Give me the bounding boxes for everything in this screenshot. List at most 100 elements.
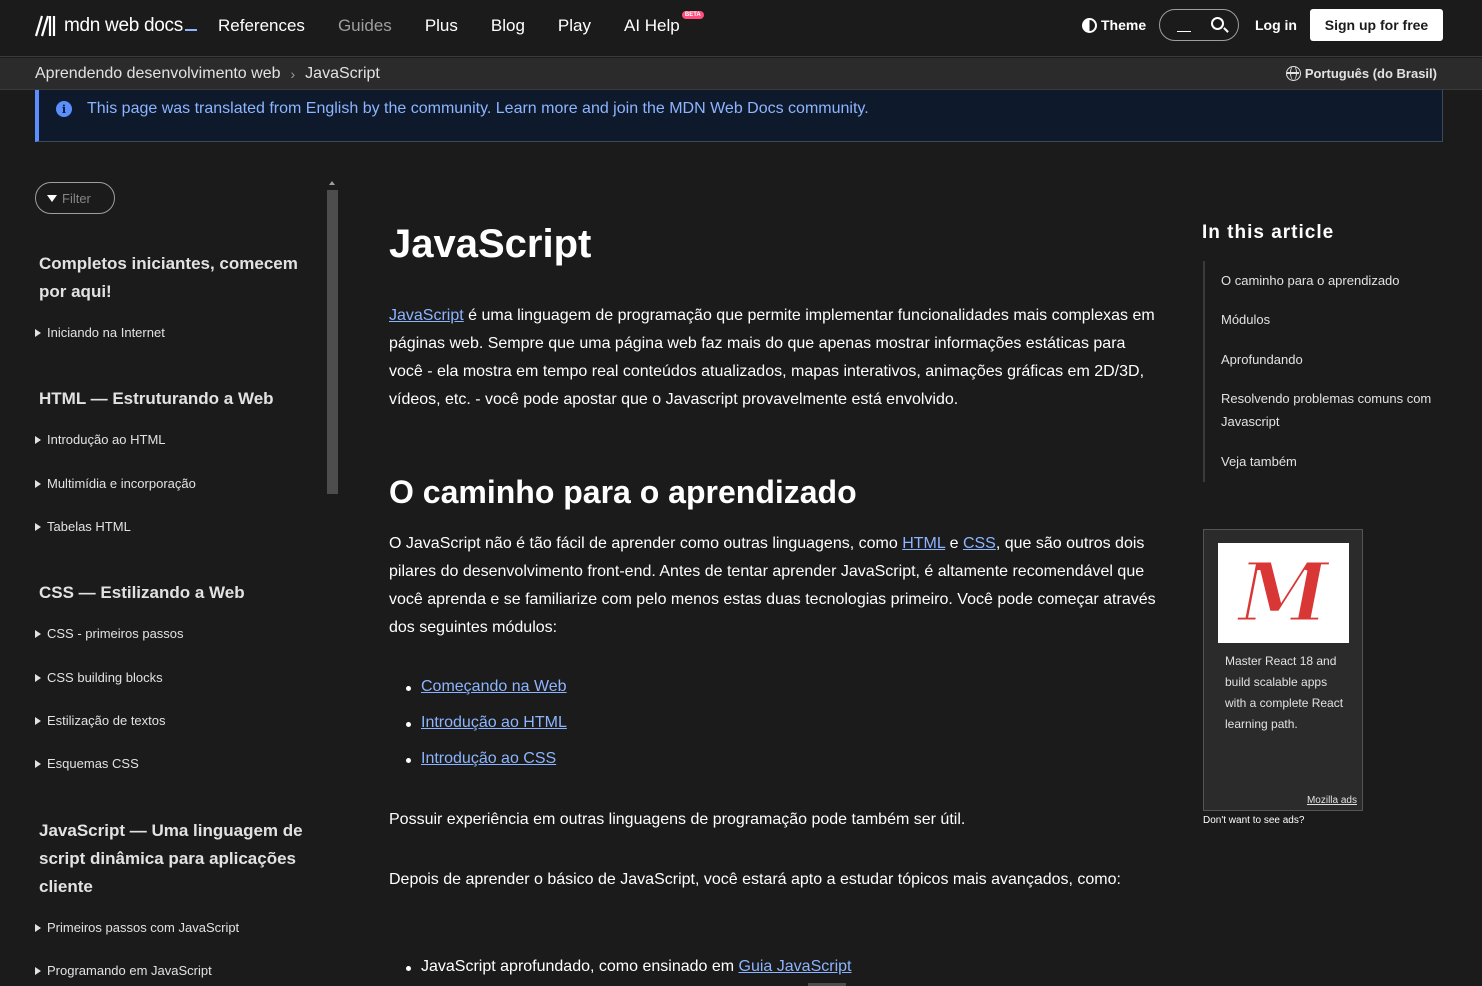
intro-text: é uma linguagem de programação que permi…	[389, 307, 1155, 408]
theme-button[interactable]: Theme	[1082, 17, 1146, 33]
list-item: Introdução ao HTML	[406, 714, 567, 732]
sidebar-item-intro-html[interactable]: Introdução ao HTML	[35, 432, 166, 447]
bullet-icon	[406, 686, 411, 691]
notice-link[interactable]: This page was translated from English by…	[87, 100, 869, 118]
sidebar-filter-input[interactable]: Filter	[35, 182, 115, 214]
module-link-getting-started[interactable]: Começando na Web	[421, 678, 567, 695]
toc-item-common-problems[interactable]: Resolvendo problemas comuns com Javascri…	[1221, 387, 1436, 433]
expand-triangle-icon	[35, 716, 41, 725]
nav-blog[interactable]: Blog	[491, 16, 525, 36]
expand-triangle-icon	[35, 966, 41, 975]
sidebar-item-label: CSS - primeiros passos	[47, 626, 184, 641]
info-icon: i	[56, 101, 72, 117]
sidebar-item-label: Tabelas HTML	[47, 519, 131, 534]
theme-label: Theme	[1101, 17, 1147, 33]
bullet-icon	[406, 966, 411, 971]
login-link[interactable]: Log in	[1255, 17, 1297, 33]
sidebar-scrollbar[interactable]	[327, 190, 338, 494]
list-item: Começando na Web	[406, 678, 567, 696]
list-item: Introdução ao CSS	[406, 750, 556, 768]
paragraph-text: e	[945, 535, 963, 552]
breadcrumb-item-javascript[interactable]: JavaScript	[305, 65, 380, 83]
search-caret	[1177, 31, 1191, 32]
sidebar-item-text-styling[interactable]: Estilização de textos	[35, 713, 166, 728]
toc-title: In this article	[1202, 222, 1335, 243]
sidebar-item-js-first-steps[interactable]: Primeiros passos com JavaScript	[35, 920, 239, 935]
nav-play[interactable]: Play	[558, 16, 591, 36]
expand-triangle-icon	[35, 759, 41, 768]
beta-badge: BETA	[681, 11, 704, 19]
breadcrumb-bar: Aprendendo desenvolvimento web › JavaScr…	[0, 58, 1482, 90]
nav-ai-help-label: AI Help	[624, 16, 680, 35]
logo-text: mdn web docs	[64, 15, 197, 37]
expand-triangle-icon	[35, 435, 41, 444]
sidebar-item-css-first-steps[interactable]: CSS - primeiros passos	[35, 626, 184, 641]
mozilla-ads-link[interactable]: Mozilla ads	[1307, 795, 1357, 806]
sidebar-item-label: Multimídia e incorporação	[47, 476, 196, 491]
toc-item-see-also[interactable]: Veja também	[1221, 450, 1436, 473]
mdn-logo[interactable]: mdn web docs	[34, 14, 197, 38]
sidebar-item-label: Iniciando na Internet	[47, 325, 165, 340]
filter-icon	[47, 194, 57, 202]
nav-guides[interactable]: Guides	[338, 16, 392, 36]
nav-references[interactable]: References	[218, 16, 305, 36]
nav-ai-help[interactable]: AI Help BETA	[624, 11, 704, 36]
expand-triangle-icon	[35, 923, 41, 932]
translation-notice: i This page was translated from English …	[35, 90, 1443, 142]
chevron-right-icon: ›	[290, 66, 296, 82]
sidebar-item-multimedia[interactable]: Multimídia e incorporação	[35, 476, 196, 491]
language-label: Português (do Brasil)	[1304, 66, 1437, 81]
table-of-contents: O caminho para o aprendizado Módulos Apr…	[1203, 261, 1443, 482]
toc-item-modules[interactable]: Módulos	[1221, 308, 1436, 331]
ad-image[interactable]: M	[1218, 543, 1349, 643]
sidebar-item-label: Programando em JavaScript	[47, 963, 212, 978]
learning-path-paragraph: O JavaScript não é tão fácil de aprender…	[389, 530, 1159, 642]
sidebar-item-internet[interactable]: Iniciando na Internet	[35, 325, 165, 340]
language-switcher[interactable]: Português (do Brasil)	[1285, 66, 1437, 81]
globe-icon	[1285, 66, 1301, 81]
ad-text[interactable]: Master React 18 and build scalable apps …	[1225, 651, 1345, 735]
ad-logo-icon: M	[1237, 545, 1331, 641]
javascript-link[interactable]: JavaScript	[389, 307, 464, 324]
expand-triangle-icon	[35, 328, 41, 337]
sidebar-heading-html: HTML — Estruturando a Web	[39, 389, 274, 408]
css-link[interactable]: CSS	[963, 535, 996, 552]
list-item-text: JavaScript aprofundado, como ensinado em	[421, 958, 739, 975]
sidebar-item-label: Introdução ao HTML	[47, 432, 166, 447]
sidebar-item-tables[interactable]: Tabelas HTML	[35, 519, 131, 534]
sponsored-ad[interactable]: M Master React 18 and build scalable app…	[1203, 529, 1363, 811]
breadcrumb-item-learn[interactable]: Aprendendo desenvolvimento web	[35, 65, 281, 83]
mdn-logo-icon	[34, 15, 56, 37]
bullet-icon	[406, 722, 411, 727]
bullet-icon	[406, 758, 411, 763]
sidebar-item-label: CSS building blocks	[47, 670, 163, 685]
nav-plus[interactable]: Plus	[425, 16, 458, 36]
expand-triangle-icon	[35, 673, 41, 682]
module-link-intro-html[interactable]: Introdução ao HTML	[421, 714, 567, 731]
javascript-guide-link[interactable]: Guia JavaScript	[739, 958, 852, 975]
toc-item-deep-dive[interactable]: Aprofundando	[1221, 348, 1436, 371]
page-title: JavaScript	[389, 222, 592, 266]
theme-contrast-icon	[1082, 17, 1097, 33]
sidebar-item-css-layout[interactable]: Esquemas CSS	[35, 756, 139, 771]
expand-triangle-icon	[35, 479, 41, 488]
advanced-paragraph: Depois de aprender o básico de JavaScrip…	[389, 871, 1121, 888]
signup-button[interactable]: Sign up for free	[1310, 9, 1443, 41]
module-link-intro-css[interactable]: Introdução ao CSS	[421, 750, 556, 767]
sidebar-item-css-building-blocks[interactable]: CSS building blocks	[35, 670, 163, 685]
search-icon[interactable]	[1211, 17, 1224, 30]
sidebar-item-label: Esquemas CSS	[47, 756, 139, 771]
expand-triangle-icon	[35, 522, 41, 531]
no-ads-link[interactable]: Don't want to see ads?	[1203, 815, 1304, 826]
sidebar-item-js-programming[interactable]: Programando em JavaScript	[35, 963, 212, 978]
toc-item-learning-path[interactable]: O caminho para o aprendizado	[1221, 269, 1436, 292]
sidebar-item-label: Estilização de textos	[47, 713, 166, 728]
intro-paragraph: JavaScript é uma linguagem de programaçã…	[389, 302, 1159, 414]
filter-placeholder: Filter	[62, 190, 91, 206]
main-menu: References Guides Plus Blog Play AI Help…	[218, 11, 713, 36]
paragraph-text: O JavaScript não é tão fácil de aprender…	[389, 535, 903, 552]
search-input[interactable]	[1159, 9, 1239, 41]
sidebar-heading-javascript: JavaScript — Uma linguagem de script din…	[39, 821, 303, 896]
html-link[interactable]: HTML	[902, 535, 945, 552]
scroll-up-arrow-icon[interactable]	[329, 181, 335, 185]
